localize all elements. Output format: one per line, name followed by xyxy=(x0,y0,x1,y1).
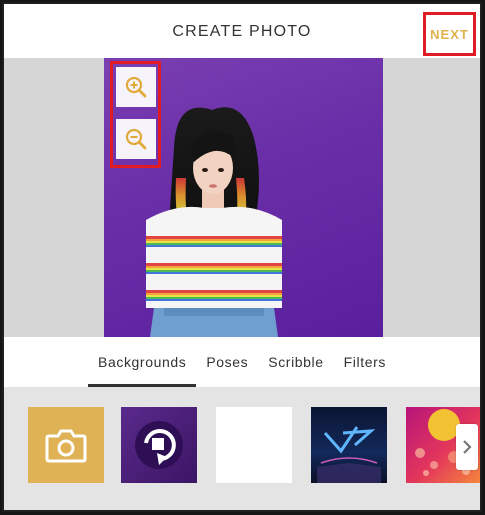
header: CREATE PHOTO NEXT xyxy=(4,4,480,58)
zoom-in-button[interactable] xyxy=(116,67,156,107)
stop-refresh-icon xyxy=(135,421,183,469)
thumbnail-camera[interactable] xyxy=(28,407,104,483)
page-title: CREATE PHOTO xyxy=(172,23,312,40)
zoom-in-icon xyxy=(125,76,147,98)
tab-scribble[interactable]: Scribble xyxy=(258,337,333,387)
thumbnail-blank-white[interactable] xyxy=(216,407,292,483)
next-button[interactable]: NEXT xyxy=(423,12,476,56)
zoom-out-button[interactable] xyxy=(116,119,156,159)
photo-tabs: Backgrounds Poses Scribble Filters xyxy=(4,337,480,387)
neon-logo-icon xyxy=(317,426,381,483)
thumbnail-stop-refresh[interactable] xyxy=(121,407,197,483)
photo-preview-area xyxy=(4,58,480,337)
tab-backgrounds[interactable]: Backgrounds xyxy=(88,337,197,387)
zoom-controls xyxy=(110,61,161,168)
background-thumbnails xyxy=(4,387,480,510)
tab-filters[interactable]: Filters xyxy=(334,337,396,387)
zoom-out-icon xyxy=(125,128,147,150)
thumbnail-neon-logo[interactable] xyxy=(311,407,387,483)
tab-poses[interactable]: Poses xyxy=(196,337,258,387)
thumbnails-next-arrow[interactable] xyxy=(456,424,478,470)
camera-icon xyxy=(45,429,87,463)
chevron-right-icon xyxy=(463,440,472,454)
create-photo-dialog: CREATE PHOTO NEXT Backgrounds Poses Scri… xyxy=(2,2,482,512)
